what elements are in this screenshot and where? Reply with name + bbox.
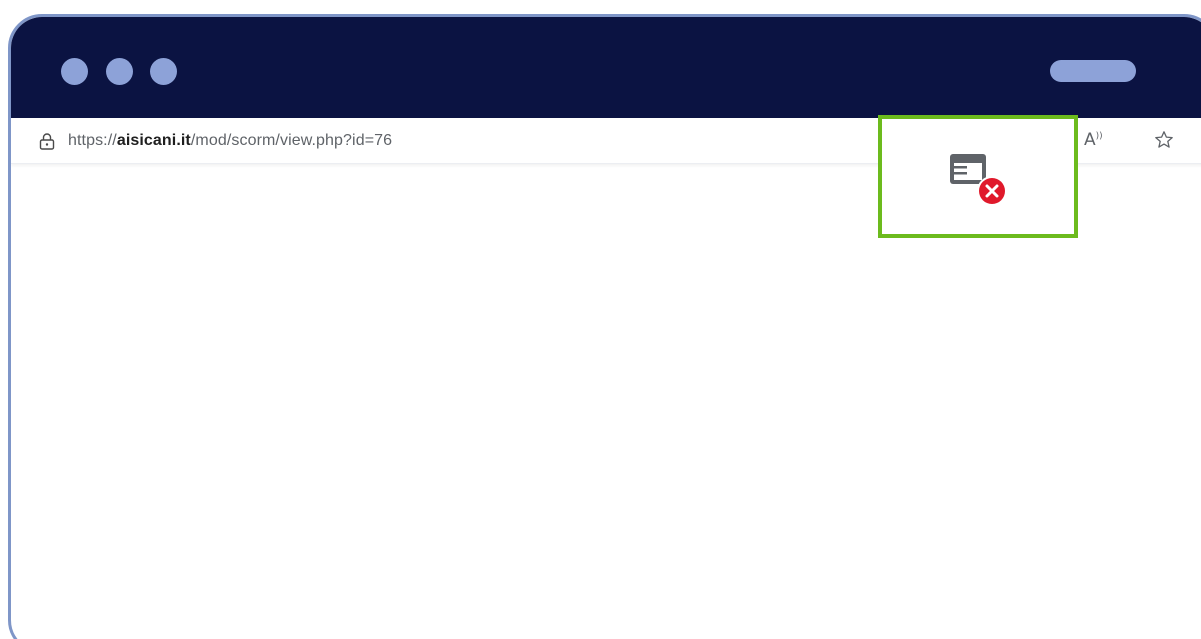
url-field[interactable]: https://aisicani.it/mod/scorm/view.php?i… <box>68 132 392 150</box>
favorite-icon[interactable] <box>1154 130 1174 150</box>
browser-window: https://aisicani.it/mod/scorm/view.php?i… <box>8 14 1201 639</box>
window-dot-3[interactable] <box>150 58 177 85</box>
url-path: /mod/scorm/view.php?id=76 <box>190 132 393 149</box>
read-aloud-icon[interactable]: A)) <box>1084 130 1103 150</box>
window-pill <box>1050 60 1136 82</box>
title-bar <box>11 17 1201 118</box>
window-dot-2[interactable] <box>106 58 133 85</box>
window-dot-1[interactable] <box>61 58 88 85</box>
lock-icon[interactable] <box>39 132 55 150</box>
url-domain: aisicani.it <box>116 132 191 149</box>
url-prefix: https:// <box>68 132 117 149</box>
highlight-box <box>878 115 1078 238</box>
blocked-popup-icon[interactable] <box>948 152 1014 212</box>
